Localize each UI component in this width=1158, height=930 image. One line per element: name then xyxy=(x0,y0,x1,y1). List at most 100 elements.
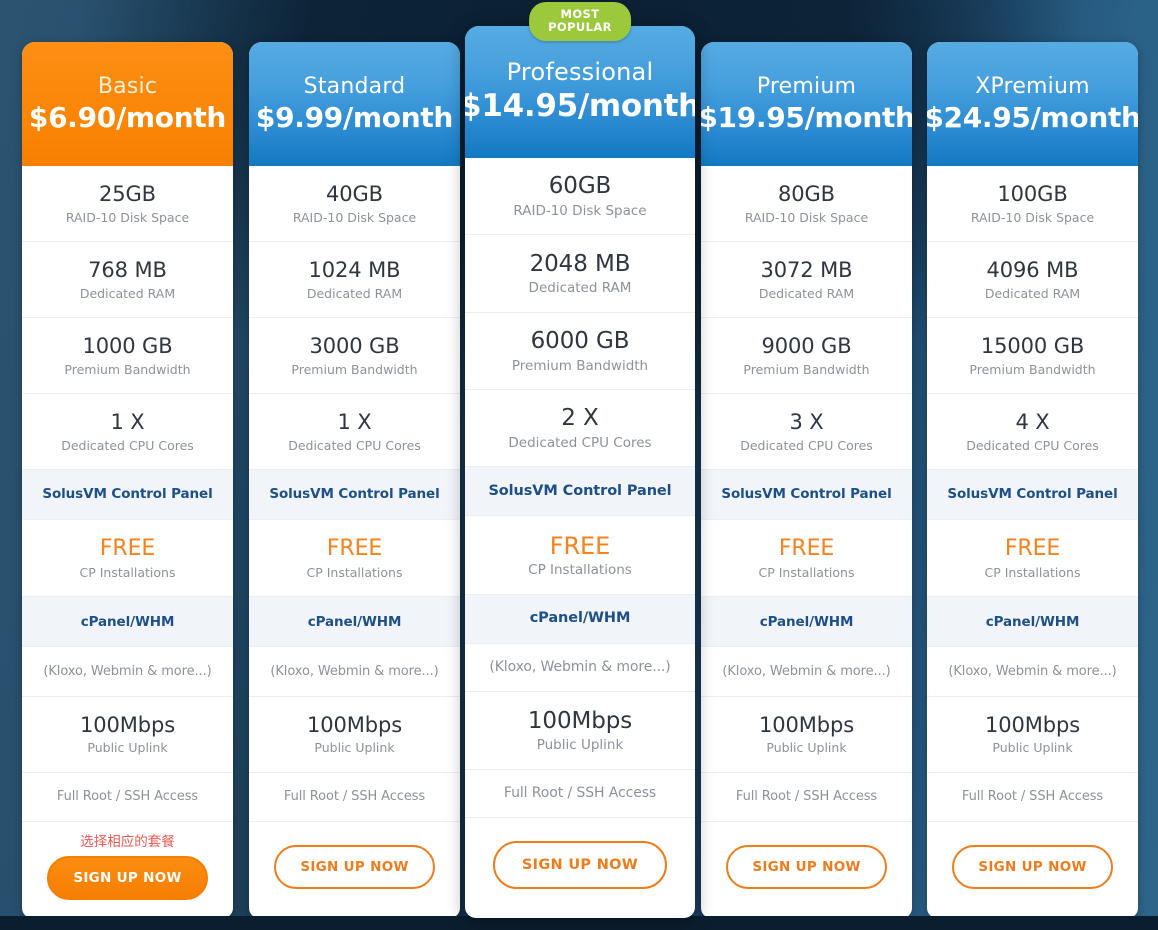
feature-disk-label: RAID-10 Disk Space xyxy=(744,209,869,225)
feature-cp-installations-label: CP Installations xyxy=(79,564,176,580)
feature-cpanel-note-value: (Kloxo, Webmin & more...) xyxy=(270,663,439,679)
feature-ram-label: Dedicated RAM xyxy=(306,285,403,301)
feature-control-panel: SolusVM Control Panel xyxy=(249,470,460,520)
feature-control-panel: SolusVM Control Panel xyxy=(927,470,1138,520)
feature-cpanel-value: cPanel/WHM xyxy=(307,613,402,630)
feature-uplink: 100Mbps Public Uplink xyxy=(249,697,460,773)
feature-bandwidth: 6000 GB Premium Bandwidth xyxy=(465,313,695,391)
sign-up-now-button[interactable]: SIGN UP NOW xyxy=(47,855,208,900)
card-header: Basic $6.90/month xyxy=(22,42,233,166)
feature-root-access-value: Full Root / SSH Access xyxy=(503,784,657,801)
feature-cpu-value: 1 X xyxy=(110,410,145,435)
feature-control-panel-value: SolusVM Control Panel xyxy=(721,486,892,503)
feature-cp-installations-label: CP Installations xyxy=(984,564,1081,580)
feature-uplink: 100Mbps Public Uplink xyxy=(701,697,912,773)
pricing-page: Basic $6.90/month 25GB RAID-10 Disk Space 76… xyxy=(0,0,1158,930)
feature-cpu: 1 X Dedicated CPU Cores xyxy=(249,394,460,470)
feature-cp-installations: FREE CP Installations xyxy=(927,520,1138,598)
feature-cpanel: cPanel/WHM xyxy=(22,597,233,648)
feature-bandwidth: 1000 GB Premium Bandwidth xyxy=(22,318,233,394)
feature-control-panel-value: SolusVM Control Panel xyxy=(488,482,672,499)
feature-root-access: Full Root / SSH Access xyxy=(465,770,695,819)
cta-row: SIGN UP NOW xyxy=(465,818,695,918)
feature-cp-installations-value: FREE xyxy=(326,536,383,562)
feature-cpu: 4 X Dedicated CPU Cores xyxy=(927,394,1138,470)
card-header: Standard $9.99/month xyxy=(249,42,460,166)
feature-bandwidth-value: 6000 GB xyxy=(530,328,630,354)
feature-disk-value: 60GB xyxy=(548,173,612,200)
feature-root-access: Full Root / SSH Access xyxy=(22,773,233,823)
cta-row: SIGN UP NOW xyxy=(701,822,912,918)
feature-cpanel: cPanel/WHM xyxy=(701,597,912,648)
feature-cpanel-value: cPanel/WHM xyxy=(759,613,854,630)
plan-price: $14.95/month xyxy=(465,88,695,125)
feature-root-access: Full Root / SSH Access xyxy=(249,773,460,823)
feature-cpanel-note: (Kloxo, Webmin & more...) xyxy=(701,647,912,697)
pricing-table: Basic $6.90/month 25GB RAID-10 Disk Space 76… xyxy=(22,0,1138,930)
feature-cpanel-note-value: (Kloxo, Webmin & more...) xyxy=(489,659,671,676)
feature-uplink-value: 100Mbps xyxy=(79,713,176,738)
feature-root-access-value: Full Root / SSH Access xyxy=(56,789,199,805)
card-header: Premium $19.95/month xyxy=(701,42,912,166)
card-header: Professional $14.95/month xyxy=(465,26,695,158)
most-popular-badge: MOST POPULAR xyxy=(529,2,631,41)
feature-cp-installations-value: FREE xyxy=(99,536,156,562)
feature-ram-label: Dedicated RAM xyxy=(758,285,855,301)
feature-cpu-value: 4 X xyxy=(1015,410,1050,435)
plan-price: $19.95/month xyxy=(701,100,912,134)
feature-root-access-value: Full Root / SSH Access xyxy=(735,789,878,805)
plan-price: $9.99/month xyxy=(255,100,454,134)
feature-control-panel-value: SolusVM Control Panel xyxy=(947,486,1118,503)
feature-ram: 3072 MB Dedicated RAM xyxy=(701,242,912,318)
feature-uplink: 100Mbps Public Uplink xyxy=(465,692,695,770)
sign-up-now-button[interactable]: SIGN UP NOW xyxy=(492,841,668,890)
feature-uplink-value: 100Mbps xyxy=(984,713,1081,738)
feature-cp-installations-value: FREE xyxy=(778,536,835,562)
cta-row: SIGN UP NOW xyxy=(927,822,1138,918)
bottom-strip xyxy=(0,916,1158,930)
feature-ram: 2048 MB Dedicated RAM xyxy=(465,235,695,313)
feature-bandwidth-label: Premium Bandwidth xyxy=(969,361,1096,377)
feature-ram-value: 3072 MB xyxy=(760,258,853,283)
sign-up-now-button[interactable]: SIGN UP NOW xyxy=(952,845,1113,890)
feature-ram-label: Dedicated RAM xyxy=(79,285,176,301)
feature-disk-label: RAID-10 Disk Space xyxy=(65,209,190,225)
feature-uplink: 100Mbps Public Uplink xyxy=(22,697,233,773)
sign-up-now-button[interactable]: SIGN UP NOW xyxy=(274,845,435,890)
feature-cpanel-note: (Kloxo, Webmin & more...) xyxy=(249,647,460,697)
feature-bandwidth-label: Premium Bandwidth xyxy=(743,361,870,377)
feature-list: 80GB RAID-10 Disk Space 3072 MB Dedicated R… xyxy=(701,166,912,918)
feature-cpu-value: 1 X xyxy=(337,410,372,435)
feature-cpanel: cPanel/WHM xyxy=(249,597,460,648)
feature-bandwidth-value: 3000 GB xyxy=(309,334,400,359)
feature-cp-installations: FREE CP Installations xyxy=(465,516,695,595)
feature-cpanel-note: (Kloxo, Webmin & more...) xyxy=(465,644,695,693)
feature-root-access-value: Full Root / SSH Access xyxy=(961,789,1104,805)
feature-control-panel: SolusVM Control Panel xyxy=(22,470,233,520)
feature-bandwidth: 3000 GB Premium Bandwidth xyxy=(249,318,460,394)
plan-name: Premium xyxy=(756,73,857,99)
feature-disk: 25GB RAID-10 Disk Space xyxy=(22,166,233,242)
feature-cpanel: cPanel/WHM xyxy=(465,594,695,644)
feature-bandwidth-value: 1000 GB xyxy=(82,334,173,359)
feature-cpu-label: Dedicated CPU Cores xyxy=(508,434,652,451)
feature-bandwidth-label: Premium Bandwidth xyxy=(511,357,649,374)
feature-cpu-label: Dedicated CPU Cores xyxy=(740,437,873,453)
feature-disk: 60GB RAID-10 Disk Space xyxy=(465,158,695,236)
plan-price: $6.90/month xyxy=(28,100,227,134)
feature-ram-value: 4096 MB xyxy=(986,258,1079,283)
pricing-card-premium: Premium $19.95/month 80GB RAID-10 Disk Spac… xyxy=(701,42,912,918)
feature-disk: 40GB RAID-10 Disk Space xyxy=(249,166,460,242)
feature-cpu-label: Dedicated CPU Cores xyxy=(61,437,194,453)
feature-cpanel-note-value: (Kloxo, Webmin & more...) xyxy=(43,663,212,679)
plan-price: $24.95/month xyxy=(927,100,1138,134)
feature-ram-label: Dedicated RAM xyxy=(528,280,632,297)
feature-cpu: 3 X Dedicated CPU Cores xyxy=(701,394,912,470)
feature-cp-installations-label: CP Installations xyxy=(758,564,855,580)
cta-row: 选择相应的套餐 SIGN UP NOW xyxy=(22,822,233,918)
feature-uplink-label: Public Uplink xyxy=(87,740,168,756)
feature-cpanel-note-value: (Kloxo, Webmin & more...) xyxy=(948,663,1117,679)
feature-root-access: Full Root / SSH Access xyxy=(927,773,1138,823)
sign-up-now-button[interactable]: SIGN UP NOW xyxy=(726,845,887,890)
feature-ram: 1024 MB Dedicated RAM xyxy=(249,242,460,318)
